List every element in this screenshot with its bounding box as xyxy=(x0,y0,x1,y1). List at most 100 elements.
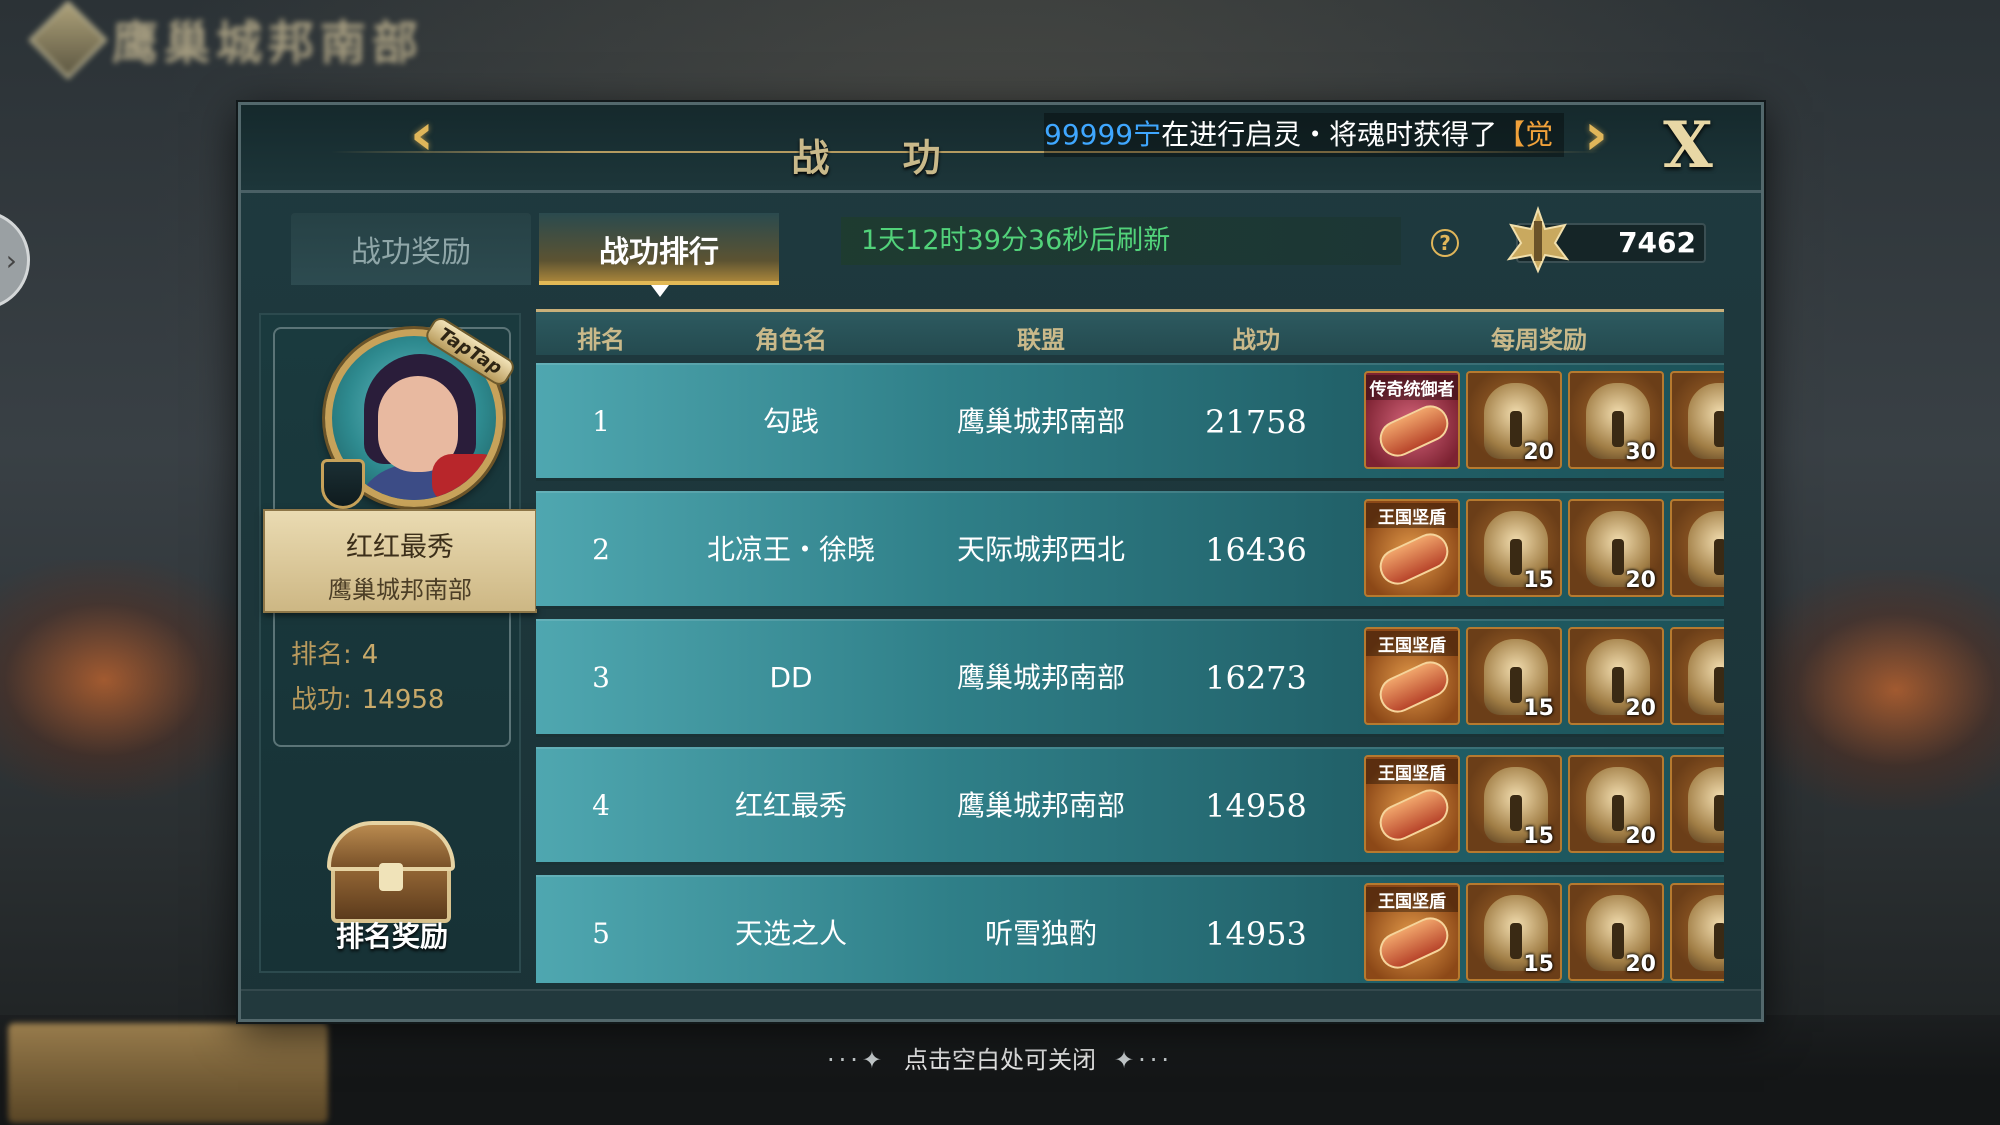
helmet-reward[interactable] xyxy=(1670,883,1724,981)
reward-quantity: 20 xyxy=(1625,696,1656,721)
background-fire-right xyxy=(1740,570,2000,810)
merit-ranking-dialog: 战 功 ‹ 99999宁在进行启灵・将魂时获得了【觉 › X 战功奖励 战功排行… xyxy=(238,99,1764,1022)
row-merit: 14958 xyxy=(1205,787,1307,825)
helmet-reward[interactable] xyxy=(1670,371,1724,469)
helmet-reward[interactable]: 20 xyxy=(1568,499,1664,597)
header-alliance: 联盟 xyxy=(1017,326,1065,354)
title-card-reward[interactable]: 王国坚盾 xyxy=(1364,755,1460,853)
row-alliance: 鹰巢城邦南部 xyxy=(956,661,1125,694)
ranking-list[interactable]: 1 勾践 鹰巢城邦南部 21758 传奇统御者 20 30 2 北凉王・徐晓 天… xyxy=(536,363,1728,983)
scroll-icon xyxy=(1373,527,1455,591)
dialog-footer xyxy=(241,989,1761,1019)
background-page-title: 鹰巢城邦南部 xyxy=(28,0,460,80)
title-card-label: 王国坚盾 xyxy=(1366,503,1458,528)
table-row[interactable]: 5 天选之人 听雪独酌 14953 王国坚盾 15 20 xyxy=(536,875,1724,983)
title-card-reward[interactable]: 王国坚盾 xyxy=(1364,627,1460,725)
close-hint-text: 点击空白处可关闭 xyxy=(904,1046,1096,1074)
table-row[interactable]: 2 北凉王・徐晓 天际城邦西北 16436 王国坚盾 15 20 xyxy=(536,491,1724,609)
row-rank: 5 xyxy=(592,917,610,950)
title-card-label: 传奇统御者 xyxy=(1366,375,1458,400)
title-card-label: 王国坚盾 xyxy=(1366,759,1458,784)
row-rank: 1 xyxy=(592,405,610,438)
title-card-label: 王国坚盾 xyxy=(1366,631,1458,656)
marquee-player: 99999宁 xyxy=(1044,118,1162,151)
reward-quantity: 20 xyxy=(1625,952,1656,977)
chevron-right-icon[interactable]: › xyxy=(1571,99,1621,169)
ornament-right-icon: ✦··· xyxy=(1114,1046,1173,1074)
reward-quantity: 30 xyxy=(1625,440,1656,465)
row-name: 红红最秀 xyxy=(734,789,847,822)
reward-quantity: 15 xyxy=(1523,568,1554,593)
title-card-reward[interactable]: 传奇统御者 xyxy=(1364,371,1460,469)
player-panel: TapTap 红红最秀 鹰巢城邦南部 排名: 4 战功: 14958 排名奖励 xyxy=(259,313,537,973)
player-merit-label: 战功: xyxy=(291,685,352,715)
chest-lock xyxy=(379,863,403,891)
helmet-icon xyxy=(1688,383,1724,459)
title-card-reward[interactable]: 王国坚盾 xyxy=(1364,499,1460,597)
table-row[interactable]: 1 勾践 鹰巢城邦南部 21758 传奇统御者 20 30 xyxy=(536,363,1724,481)
close-button[interactable]: X xyxy=(1653,111,1723,181)
chevron-left-icon[interactable]: ‹ xyxy=(397,99,447,169)
row-rank: 2 xyxy=(592,533,610,566)
rank-rewards-label[interactable]: 排名奖励 xyxy=(261,915,523,955)
header-merit: 战功 xyxy=(1232,326,1280,354)
helmet-icon xyxy=(1688,639,1724,715)
background-title-text: 鹰巢城邦南部 xyxy=(112,16,424,70)
helmet-reward[interactable]: 20 xyxy=(1568,755,1664,853)
helmet-badge-icon xyxy=(321,459,365,509)
helmet-reward[interactable] xyxy=(1670,755,1724,853)
refresh-timer: 1天12时39分36秒后刷新 xyxy=(841,217,1401,265)
tab-merit-rewards[interactable]: 战功奖励 xyxy=(291,213,531,285)
helmet-reward[interactable] xyxy=(1670,627,1724,725)
reward-quantity: 20 xyxy=(1625,824,1656,849)
helmet-reward[interactable]: 30 xyxy=(1568,371,1664,469)
reward-quantity: 15 xyxy=(1523,696,1554,721)
row-name: DD xyxy=(769,661,813,694)
scroll-icon xyxy=(1373,655,1455,719)
helmet-icon xyxy=(1688,767,1724,843)
player-rank: 排名: 4 xyxy=(291,634,378,671)
table-row[interactable]: 4 红红最秀 鹰巢城邦南部 14958 王国坚盾 15 20 xyxy=(536,747,1724,865)
row-merit: 21758 xyxy=(1205,403,1307,441)
row-rewards: 王国坚盾 15 20 xyxy=(1364,627,1724,729)
tab-merit-ranking[interactable]: 战功排行 xyxy=(539,213,779,297)
helmet-reward[interactable]: 20 xyxy=(1568,627,1664,725)
row-alliance: 鹰巢城邦南部 xyxy=(956,405,1125,438)
row-merit: 16273 xyxy=(1205,659,1307,697)
row-alliance: 天际城邦西北 xyxy=(956,533,1125,566)
reward-quantity: 20 xyxy=(1523,440,1554,465)
row-rewards: 王国坚盾 15 20 xyxy=(1364,755,1724,857)
helmet-reward[interactable]: 15 xyxy=(1466,499,1562,597)
title-card-label: 王国坚盾 xyxy=(1366,887,1458,912)
helmet-reward[interactable]: 15 xyxy=(1466,755,1562,853)
marquee-message: 在进行启灵・将魂时获得了 xyxy=(1161,118,1498,151)
header-rank: 排名 xyxy=(577,326,625,354)
reward-quantity: 20 xyxy=(1625,568,1656,593)
avatar-cape-accent xyxy=(432,454,496,500)
player-merit: 战功: 14958 xyxy=(291,679,444,716)
chevron-right-icon: › xyxy=(5,243,17,277)
help-icon[interactable]: ? xyxy=(1431,229,1459,257)
row-rank: 4 xyxy=(592,789,610,822)
helmet-reward[interactable]: 20 xyxy=(1466,371,1562,469)
row-rewards: 王国坚盾 15 20 xyxy=(1364,883,1724,983)
table-row[interactable]: 3 DD 鹰巢城邦南部 16273 王国坚盾 15 20 xyxy=(536,619,1724,737)
row-rewards: 传奇统御者 20 30 xyxy=(1364,371,1724,473)
title-card-reward[interactable]: 王国坚盾 xyxy=(1364,883,1460,981)
row-alliance: 听雪独酌 xyxy=(984,917,1097,950)
back-arrow-icon xyxy=(28,0,108,80)
helmet-icon xyxy=(1688,511,1724,587)
helmet-reward[interactable]: 15 xyxy=(1466,627,1562,725)
header-weekly-reward: 每周奖励 xyxy=(1491,326,1587,354)
broadcast-marquee: 99999宁在进行启灵・将魂时获得了【觉 xyxy=(1044,113,1564,157)
player-name: 红红最秀 xyxy=(346,532,454,563)
row-alliance: 鹰巢城邦南部 xyxy=(956,789,1125,822)
row-rank: 3 xyxy=(592,661,610,694)
helmet-reward[interactable]: 15 xyxy=(1466,883,1562,981)
helmet-reward[interactable]: 20 xyxy=(1568,883,1664,981)
helmet-reward[interactable] xyxy=(1670,499,1724,597)
row-name: 勾践 xyxy=(762,405,819,438)
background-fire-left xyxy=(0,560,260,800)
helmet-icon xyxy=(1688,895,1724,971)
player-rank-value: 4 xyxy=(361,640,379,670)
